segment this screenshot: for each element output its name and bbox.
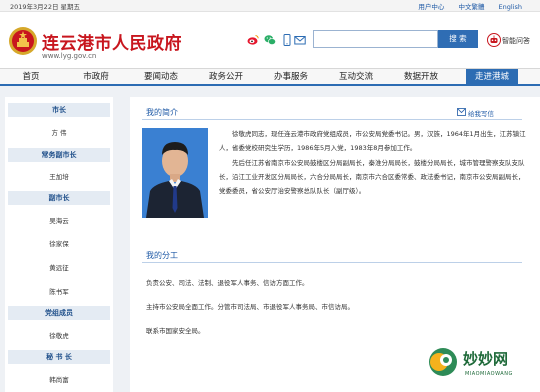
duty-item: 负责公安、司法、法制、退役军人事务、信访方面工作。: [146, 279, 309, 287]
site-url: www.lyg.gov.cn: [42, 52, 97, 60]
leader-sidebar: 市长 方 伟 常务副市长 王加培 副市长 吴海云 徐家保 黄远征 陈书军 党组成…: [5, 97, 113, 392]
robot-icon[interactable]: [487, 33, 501, 47]
sidebar-header-vice-mayors: 副市长: [8, 191, 110, 205]
top-bar: 2019年3月22日 星期五 用户中心 中文繁體 English: [0, 0, 540, 12]
portrait-image: [142, 128, 208, 218]
national-emblem-icon[interactable]: [8, 26, 38, 56]
sidebar-item-vice-mayor[interactable]: 吴海云: [8, 215, 110, 225]
sidebar-item-party-member[interactable]: 徐敬虎: [8, 330, 110, 340]
search-button[interactable]: 搜 索: [438, 30, 478, 48]
bio-paragraph: 先后任江苏省南京市公安局鼓楼区分局副局长，秦淮分局局长，鼓楼分局局长，城市管理警…: [219, 158, 525, 196]
watermark-logo-icon: [429, 348, 457, 376]
date-text: 2019年3月22日 星期五: [10, 3, 81, 11]
top-links: 用户中心 中文繁體 English: [406, 1, 522, 11]
page: { "topbar": { "date": "2019年3月22日 星期五", …: [0, 0, 540, 392]
nav-city-government[interactable]: 市政府: [69, 69, 123, 85]
official-photo: [142, 128, 208, 218]
sidebar-item-vice-mayor[interactable]: 徐家保: [8, 238, 110, 248]
nav-services[interactable]: 办事服务: [264, 69, 318, 85]
duty-section-title: 我的分工: [146, 251, 178, 260]
letter-icon[interactable]: [457, 108, 466, 116]
divider: [142, 262, 522, 263]
divider: [142, 119, 522, 120]
smart-qa-link[interactable]: 智能问答: [502, 36, 530, 46]
weibo-icon[interactable]: [247, 34, 259, 46]
sidebar-header-secretary-general: 秘 书 长: [8, 350, 110, 364]
traditional-chinese-link[interactable]: 中文繁體: [458, 3, 484, 11]
watermark-subtext: MIAOMIAOWANG: [465, 371, 513, 377]
english-link[interactable]: English: [499, 3, 522, 11]
nav-open-data[interactable]: 数据开放: [394, 69, 448, 85]
main-nav: 首页 市政府 要闻动态 政务公开 办事服务 互动交流 数据开放 走进港城: [0, 68, 540, 86]
bio-paragraph: 徐敬虎同志，现任连云港市政府党组成员，市公安局党委书记。男，汉族，1964年1月…: [219, 130, 526, 153]
nav-home[interactable]: 首页: [4, 69, 58, 85]
header: 连云港市人民政府 www.lyg.gov.cn 搜 索 智能问答: [0, 12, 540, 68]
nav-gov-affairs[interactable]: 政务公开: [199, 69, 253, 85]
wechat-icon[interactable]: [264, 34, 276, 46]
sidebar-header-party-members: 党组成员: [8, 306, 110, 320]
sidebar-item-mayor[interactable]: 方 伟: [8, 127, 110, 137]
user-center-link[interactable]: 用户中心: [418, 3, 444, 11]
duty-item: 主持市公安局全面工作。分管市司法局、市退役军人事务局、市信访局。: [146, 303, 354, 311]
mail-icon[interactable]: [294, 34, 306, 46]
site-title[interactable]: 连云港市人民政府: [42, 29, 182, 54]
intro-section-title: 我的简介: [146, 108, 178, 117]
nav-news[interactable]: 要闻动态: [134, 69, 188, 85]
sidebar-item-secretary-general[interactable]: 韩尚富: [8, 374, 110, 384]
search-input[interactable]: [313, 30, 438, 48]
duty-item: 联系市国家安全局。: [146, 327, 205, 335]
sidebar-item-vice-mayor[interactable]: 黄远征: [8, 262, 110, 272]
mobile-icon[interactable]: [281, 34, 293, 46]
bio-text: 徐敬虎同志，现任连云港市政府党组成员，市公安局党委书记。男，汉族，1964年1月…: [219, 127, 529, 198]
sidebar-header-mayor: 市长: [8, 103, 110, 117]
sidebar-item-vice-mayor[interactable]: 陈书军: [8, 286, 110, 296]
sidebar-header-executive-vice-mayor: 常务副市长: [8, 148, 110, 162]
nav-interaction[interactable]: 互动交流: [329, 69, 383, 85]
watermark-text: 妙妙网: [463, 350, 509, 368]
sidebar-item-executive-vice-mayor[interactable]: 王加培: [8, 171, 110, 181]
nav-explore-city[interactable]: 走进港城: [466, 69, 518, 85]
write-letter-link[interactable]: 给我写信: [468, 108, 494, 118]
